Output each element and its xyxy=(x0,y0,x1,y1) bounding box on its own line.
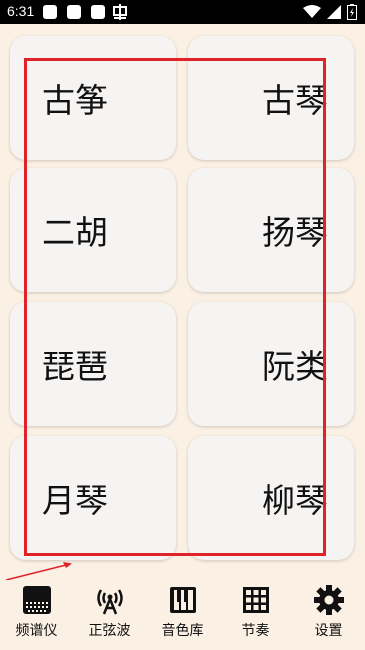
instrument-label: 扬琴 xyxy=(262,213,328,252)
nav-label: 设置 xyxy=(314,623,343,639)
instrument-card-guzheng[interactable]: 古筝 xyxy=(10,36,176,160)
gear-icon xyxy=(313,585,344,615)
instrument-label: 柳琴 xyxy=(262,481,328,520)
instrument-card-ruan[interactable]: 阮类 xyxy=(188,302,354,426)
instrument-card-liuqin[interactable]: 柳琴 xyxy=(188,436,354,560)
instrument-card-guqin[interactable]: 古琴 xyxy=(188,36,354,160)
instrument-label: 阮类 xyxy=(262,347,328,386)
piano-icon xyxy=(169,587,196,613)
square-icon xyxy=(67,5,81,19)
nav-label: 节奏 xyxy=(241,623,270,639)
status-bar: 6:31 xyxy=(0,0,365,24)
nav-label: 频谱仪 xyxy=(15,623,58,639)
nav-label: 正弦波 xyxy=(88,623,131,639)
battery-icon xyxy=(347,4,357,20)
instrument-card-erhu[interactable]: 二胡 xyxy=(10,168,176,292)
instrument-card-yangqin[interactable]: 扬琴 xyxy=(188,168,354,292)
instrument-grid: 古筝 古琴 二胡 扬琴 琵琶 阮类 月琴 柳琴 xyxy=(0,24,365,584)
nav-spectrum[interactable]: 频谱仪 xyxy=(0,580,73,650)
status-right-icons xyxy=(303,3,357,21)
instrument-card-yueqin[interactable]: 月琴 xyxy=(10,436,176,560)
instrument-label: 琵琶 xyxy=(42,347,108,386)
nav-sine-wave[interactable]: 正弦波 xyxy=(73,580,146,650)
nav-rhythm[interactable]: 节奏 xyxy=(219,580,292,650)
nav-label: 音色库 xyxy=(161,623,204,639)
nav-sound-library[interactable]: 音色库 xyxy=(146,580,219,650)
grid-icon xyxy=(242,587,269,613)
bottom-nav: 频谱仪 正弦波 音色库 节奏 设置 xyxy=(0,580,365,650)
instrument-label: 二胡 xyxy=(42,213,108,252)
wifi-icon xyxy=(303,5,321,18)
square-icon xyxy=(91,5,105,19)
instrument-label: 古琴 xyxy=(262,81,328,120)
app-icon xyxy=(113,4,127,20)
antenna-icon xyxy=(96,589,123,615)
spectrum-icon xyxy=(22,586,51,614)
status-time: 6:31 xyxy=(7,3,35,19)
instrument-label: 月琴 xyxy=(42,481,108,520)
square-icon xyxy=(43,5,57,19)
instrument-card-pipa[interactable]: 琵琶 xyxy=(10,302,176,426)
signal-icon xyxy=(327,5,341,19)
nav-settings[interactable]: 设置 xyxy=(292,580,365,650)
instrument-label: 古筝 xyxy=(42,81,108,120)
